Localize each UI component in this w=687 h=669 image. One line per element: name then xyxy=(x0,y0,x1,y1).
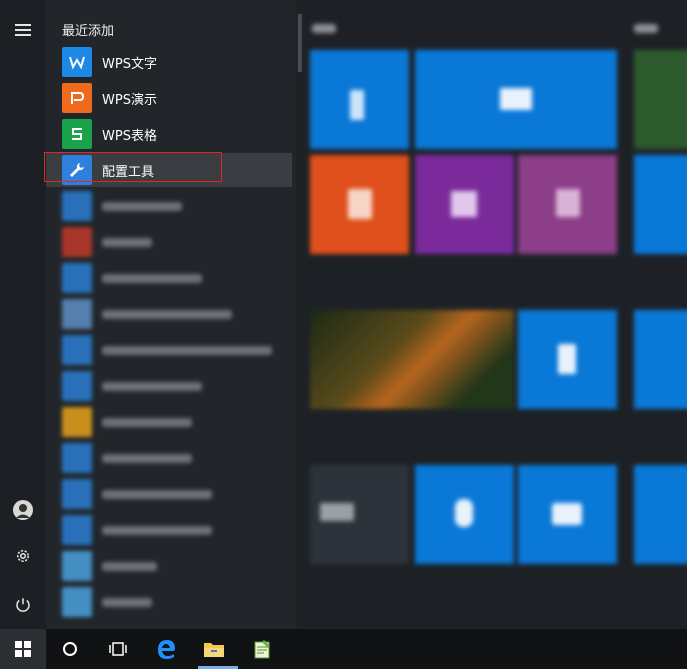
settings-gear-icon[interactable] xyxy=(0,536,46,576)
tile-game[interactable] xyxy=(634,50,687,149)
list-item[interactable] xyxy=(62,479,302,509)
start-menu-rail xyxy=(0,0,46,629)
app-wps-spreadsheet[interactable]: WPS表格 xyxy=(46,117,292,151)
tile-calendar[interactable] xyxy=(310,50,409,149)
list-item[interactable] xyxy=(62,335,302,365)
app-label: WPS演示 xyxy=(102,92,157,108)
tile-camera[interactable] xyxy=(518,465,617,564)
start-icon[interactable] xyxy=(0,629,46,669)
app-list: 最近添加 WPS文字 WPS演示 WPS表格 配置工具 xyxy=(46,0,296,629)
tile-onenote-2016[interactable] xyxy=(518,155,617,254)
wps-writer-icon xyxy=(62,47,92,77)
taskbar xyxy=(0,629,687,669)
tile-group-label xyxy=(634,24,658,33)
task-view-icon[interactable] xyxy=(94,629,142,669)
tile-group-label xyxy=(312,24,336,33)
hamburger-menu-icon[interactable] xyxy=(0,10,46,50)
wps-presentation-icon xyxy=(62,83,92,113)
app-wps-writer[interactable]: WPS文字 xyxy=(46,45,292,79)
tile-phone-companion[interactable] xyxy=(518,310,617,409)
list-item[interactable] xyxy=(62,515,302,545)
list-item[interactable] xyxy=(62,191,302,221)
list-item[interactable] xyxy=(62,551,302,581)
list-item[interactable] xyxy=(62,371,302,401)
user-avatar-icon[interactable] xyxy=(0,490,46,530)
power-icon[interactable] xyxy=(0,585,46,625)
tile-phone[interactable] xyxy=(634,310,687,409)
app-wps-presentation[interactable]: WPS演示 xyxy=(46,81,292,115)
list-item[interactable] xyxy=(62,299,302,329)
live-tiles-area xyxy=(304,0,687,629)
wps-spreadsheet-icon xyxy=(62,119,92,149)
tile-tips[interactable] xyxy=(415,465,514,564)
tile-maps[interactable] xyxy=(634,465,687,564)
edge-icon[interactable] xyxy=(142,629,190,669)
tile-store[interactable] xyxy=(634,155,687,254)
cortana-icon[interactable] xyxy=(46,629,94,669)
notepad-icon[interactable] xyxy=(238,629,286,669)
tile-mail[interactable] xyxy=(415,50,617,149)
tile-photos[interactable] xyxy=(310,310,514,409)
list-item[interactable] xyxy=(62,263,302,293)
tile-weather[interactable] xyxy=(310,465,409,564)
tile-onenote[interactable] xyxy=(415,155,514,254)
app-label: WPS文字 xyxy=(102,56,157,72)
selection-highlight-box xyxy=(44,152,222,182)
app-list-scrollbar[interactable] xyxy=(298,14,302,72)
section-label-recently-added: 最近添加 xyxy=(62,24,115,39)
list-item[interactable] xyxy=(62,587,302,617)
file-explorer-icon[interactable] xyxy=(190,629,238,669)
app-label: WPS表格 xyxy=(102,128,157,144)
list-item[interactable] xyxy=(62,443,302,473)
list-item[interactable] xyxy=(62,227,302,257)
tile-office[interactable] xyxy=(310,155,409,254)
list-item[interactable] xyxy=(62,407,302,437)
